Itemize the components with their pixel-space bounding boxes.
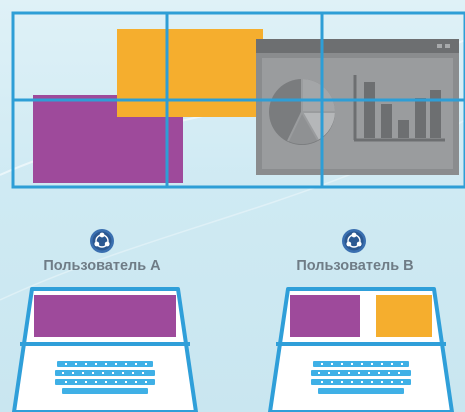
pie-chart-icon bbox=[269, 79, 335, 145]
laptop-user-a bbox=[12, 287, 198, 412]
laptop-a-screen-purple bbox=[34, 295, 176, 337]
chart-window-icon bbox=[256, 39, 459, 175]
user-a-label: Пользователь A bbox=[43, 258, 161, 274]
laptop-b-screen-purple bbox=[290, 295, 360, 337]
users-network-icon bbox=[90, 229, 114, 253]
users-network-icon bbox=[342, 229, 366, 253]
user-b-label: Пользователь B bbox=[296, 258, 414, 274]
orange-tile bbox=[117, 29, 263, 117]
laptop-b-screen-orange bbox=[376, 295, 432, 337]
video-wall bbox=[11, 11, 465, 189]
laptop-user-b bbox=[268, 287, 454, 412]
